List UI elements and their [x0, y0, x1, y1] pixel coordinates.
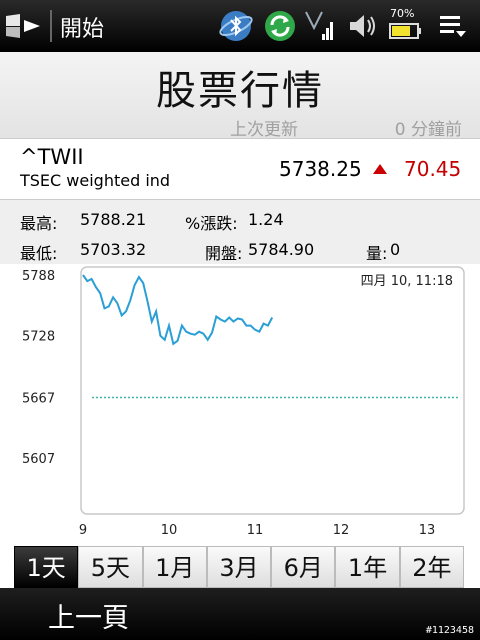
price-chart[interactable]: 四月 10, 11:18 5788 5728 5667 5607 9 10 11 12 13	[0, 264, 480, 544]
bluetooth-icon[interactable]	[218, 8, 254, 44]
battery-percent: 70%	[390, 7, 415, 20]
tab-range-3[interactable]: 3月	[206, 546, 272, 588]
tab-range-0[interactable]: 1天	[14, 546, 79, 588]
y-tick-label: 5728	[22, 330, 55, 345]
y-tick-label: 5788	[22, 269, 55, 284]
bottom-softkey-bar: 上一頁 #1123458	[0, 588, 480, 640]
start-label[interactable]: 開始	[60, 11, 104, 43]
high-value: 5788.21	[80, 210, 147, 229]
plot-frame	[80, 266, 465, 515]
title-bar: 開始 70%	[0, 0, 480, 52]
tab-range-4[interactable]: 6月	[271, 546, 336, 588]
stats-panel: 最高: 5788.21 %漲跌: 1.24 最低: 5703.32 開盤: 57…	[0, 200, 480, 264]
tab-range-5[interactable]: 1年	[335, 546, 400, 588]
tab-range-2[interactable]: 1月	[142, 546, 207, 588]
last-update-label: 上次更新	[230, 120, 298, 140]
signal-icon[interactable]	[300, 8, 336, 44]
open-label: 開盤:	[205, 244, 243, 263]
x-tick-label: 9	[79, 523, 87, 538]
quote-row[interactable]: ^TWII TSEC weighted ind 5738.25 70.45	[0, 138, 480, 200]
up-arrow-icon	[373, 164, 387, 174]
page-title: 股票行情	[156, 68, 324, 114]
volume-label: 量:	[366, 244, 388, 263]
low-label: 最低:	[20, 244, 58, 263]
high-label: 最高:	[20, 214, 58, 233]
x-tick-label: 12	[333, 523, 350, 538]
pct-change-value: 1.24	[248, 210, 284, 229]
sync-icon[interactable]	[262, 8, 298, 44]
range-tabs: 1天 5天 1月 3月 6月 1年 2年	[14, 546, 464, 588]
title-separator	[50, 10, 52, 42]
y-tick-label: 5607	[22, 452, 55, 467]
battery-icon[interactable]	[388, 20, 424, 42]
last-update-value: 0 分鐘前	[394, 120, 462, 140]
low-value: 5703.32	[80, 240, 147, 259]
x-tick-label: 11	[247, 523, 264, 538]
y-tick-label: 5667	[22, 392, 55, 407]
volume-icon[interactable]	[344, 8, 380, 44]
menu-icon[interactable]	[436, 8, 472, 44]
last-price: 5738.25	[279, 157, 362, 181]
x-tick-label: 10	[161, 523, 178, 538]
watermark-text: #1123458	[425, 625, 474, 636]
price-change: 70.45	[404, 157, 462, 181]
volume-value: 0	[390, 240, 401, 259]
tab-range-1[interactable]: 5天	[78, 546, 143, 588]
open-value: 5784.90	[248, 240, 315, 259]
back-button[interactable]: 上一頁	[48, 596, 129, 635]
price-chart-svg: 四月 10, 11:18 5788 5728 5667 5607 9 10 11 12 13	[22, 266, 465, 538]
windows-logo-icon[interactable]	[4, 12, 44, 40]
ticker-symbol: ^TWII	[20, 145, 84, 169]
tab-range-6[interactable]: 2年	[399, 546, 464, 588]
x-tick-label: 13	[419, 523, 436, 538]
chart-timestamp: 四月 10, 11:18	[361, 274, 453, 289]
pct-change-label: %漲跌:	[185, 214, 238, 233]
app-header: 股票行情 上次更新 0 分鐘前	[0, 52, 480, 140]
ticker-name: TSEC weighted ind	[20, 171, 171, 190]
